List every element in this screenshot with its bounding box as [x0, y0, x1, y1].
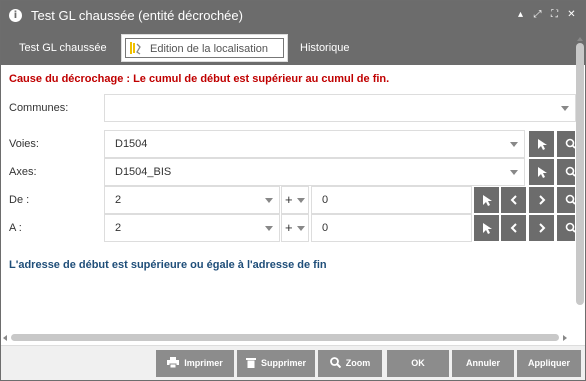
ok-button[interactable]: OK: [387, 350, 449, 377]
de-sign-select[interactable]: +: [281, 186, 309, 214]
zoom-button[interactable]: Zoom: [318, 350, 382, 377]
trash-icon: [245, 358, 256, 369]
de-label: De :: [9, 194, 30, 206]
scroll-left-icon[interactable]: [3, 335, 7, 341]
close-icon[interactable]: ✕: [566, 9, 577, 21]
chevron-down-icon: [510, 170, 518, 175]
footer-bar: Imprimer Supprimer Zoom OK Annuler Appli…: [1, 345, 585, 380]
printer-icon: [167, 357, 180, 369]
tab-bar: Test GL chaussée Edition de la localisat…: [1, 31, 585, 65]
tab-test-gl-chaussee[interactable]: Test GL chaussée: [19, 34, 107, 62]
tab-label: Historique: [300, 42, 350, 54]
a-sign-select[interactable]: +: [281, 214, 309, 242]
voies-search-button[interactable]: [556, 130, 576, 158]
de-offset: 0: [322, 194, 329, 206]
axes-select[interactable]: D1504_BIS: [104, 158, 525, 186]
a-prev-button[interactable]: [500, 214, 527, 242]
voies-value: D1504: [115, 138, 148, 150]
tab-focus-outline: [125, 38, 284, 58]
chevron-down-icon: [561, 106, 569, 111]
apply-button[interactable]: Appliquer: [517, 350, 581, 377]
voies-pick-button[interactable]: [528, 130, 555, 158]
a-value-select[interactable]: 2: [104, 214, 280, 242]
communes-label: Communes:: [9, 102, 69, 114]
chevron-down-icon: [265, 226, 273, 231]
a-value: 2: [115, 222, 122, 234]
map-ruler-icon: [130, 42, 141, 55]
title-bar[interactable]: i Test GL chaussée (entité décrochée) ▴ …: [1, 1, 585, 31]
info-message: L'adresse de début est supérieure ou éga…: [9, 259, 327, 271]
error-message: Cause du décrochage : Le cumul de début …: [9, 73, 390, 85]
window-title: Test GL chaussée (entité décrochée): [31, 8, 243, 23]
cursor-icon: [483, 195, 492, 206]
axes-value: D1504_BIS: [115, 166, 172, 178]
chevron-right-icon: [539, 195, 546, 205]
axes-search-button[interactable]: [556, 158, 576, 186]
chevron-left-icon: [510, 223, 517, 233]
cancel-button[interactable]: Annuler: [452, 350, 514, 377]
fullscreen-icon[interactable]: ⛶: [549, 9, 560, 21]
cursor-icon: [538, 167, 547, 178]
de-value: 2: [115, 194, 122, 206]
axes-pick-button[interactable]: [528, 158, 555, 186]
a-offset: 0: [322, 222, 329, 234]
de-value-select[interactable]: 2: [104, 186, 280, 214]
cursor-icon: [483, 223, 492, 234]
a-offset-input[interactable]: 0: [311, 214, 472, 242]
tab-edition-localisation[interactable]: Edition de la localisation: [121, 34, 288, 62]
cursor-icon: [538, 139, 547, 150]
minimize-icon[interactable]: ▴: [515, 9, 526, 21]
delete-button[interactable]: Supprimer: [237, 350, 315, 377]
a-search-button[interactable]: [556, 214, 576, 242]
vertical-scrollbar[interactable]: [575, 37, 585, 333]
print-button[interactable]: Imprimer: [156, 350, 234, 377]
scroll-up-icon[interactable]: [577, 37, 583, 41]
dialog-window: i Test GL chaussée (entité décrochée) ▴ …: [0, 0, 586, 381]
maximize-icon[interactable]: ⤢: [532, 9, 543, 21]
tab-historique[interactable]: Historique: [300, 34, 350, 62]
window-controls: ▴ ⤢ ⛶ ✕: [515, 9, 577, 23]
horizontal-scrollbar[interactable]: [1, 333, 585, 343]
tab-label: Test GL chaussée: [19, 42, 107, 54]
voies-select[interactable]: D1504: [104, 130, 525, 158]
de-next-button[interactable]: [528, 186, 555, 214]
chevron-down-icon: [510, 142, 518, 147]
scroll-right-icon[interactable]: [563, 335, 567, 341]
de-offset-input[interactable]: 0: [311, 186, 472, 214]
communes-select[interactable]: [104, 94, 576, 122]
chevron-right-icon: [539, 223, 546, 233]
a-pick-button[interactable]: [473, 214, 500, 242]
chevron-down-icon: [265, 198, 273, 203]
de-prev-button[interactable]: [500, 186, 527, 214]
horizontal-scroll-thumb[interactable]: [11, 334, 559, 341]
de-sign: +: [285, 192, 293, 207]
de-search-button[interactable]: [556, 186, 576, 214]
vertical-scroll-thumb[interactable]: [576, 43, 584, 305]
zoom-icon: [329, 357, 341, 369]
voies-label: Voies:: [9, 138, 39, 150]
axes-label: Axes:: [9, 166, 37, 178]
chevron-down-icon: [297, 198, 305, 203]
de-pick-button[interactable]: [473, 186, 500, 214]
a-next-button[interactable]: [528, 214, 555, 242]
chevron-down-icon: [297, 226, 305, 231]
a-label: A :: [9, 222, 22, 234]
chevron-left-icon: [510, 195, 517, 205]
info-icon: i: [9, 9, 22, 22]
a-sign: +: [285, 220, 293, 235]
